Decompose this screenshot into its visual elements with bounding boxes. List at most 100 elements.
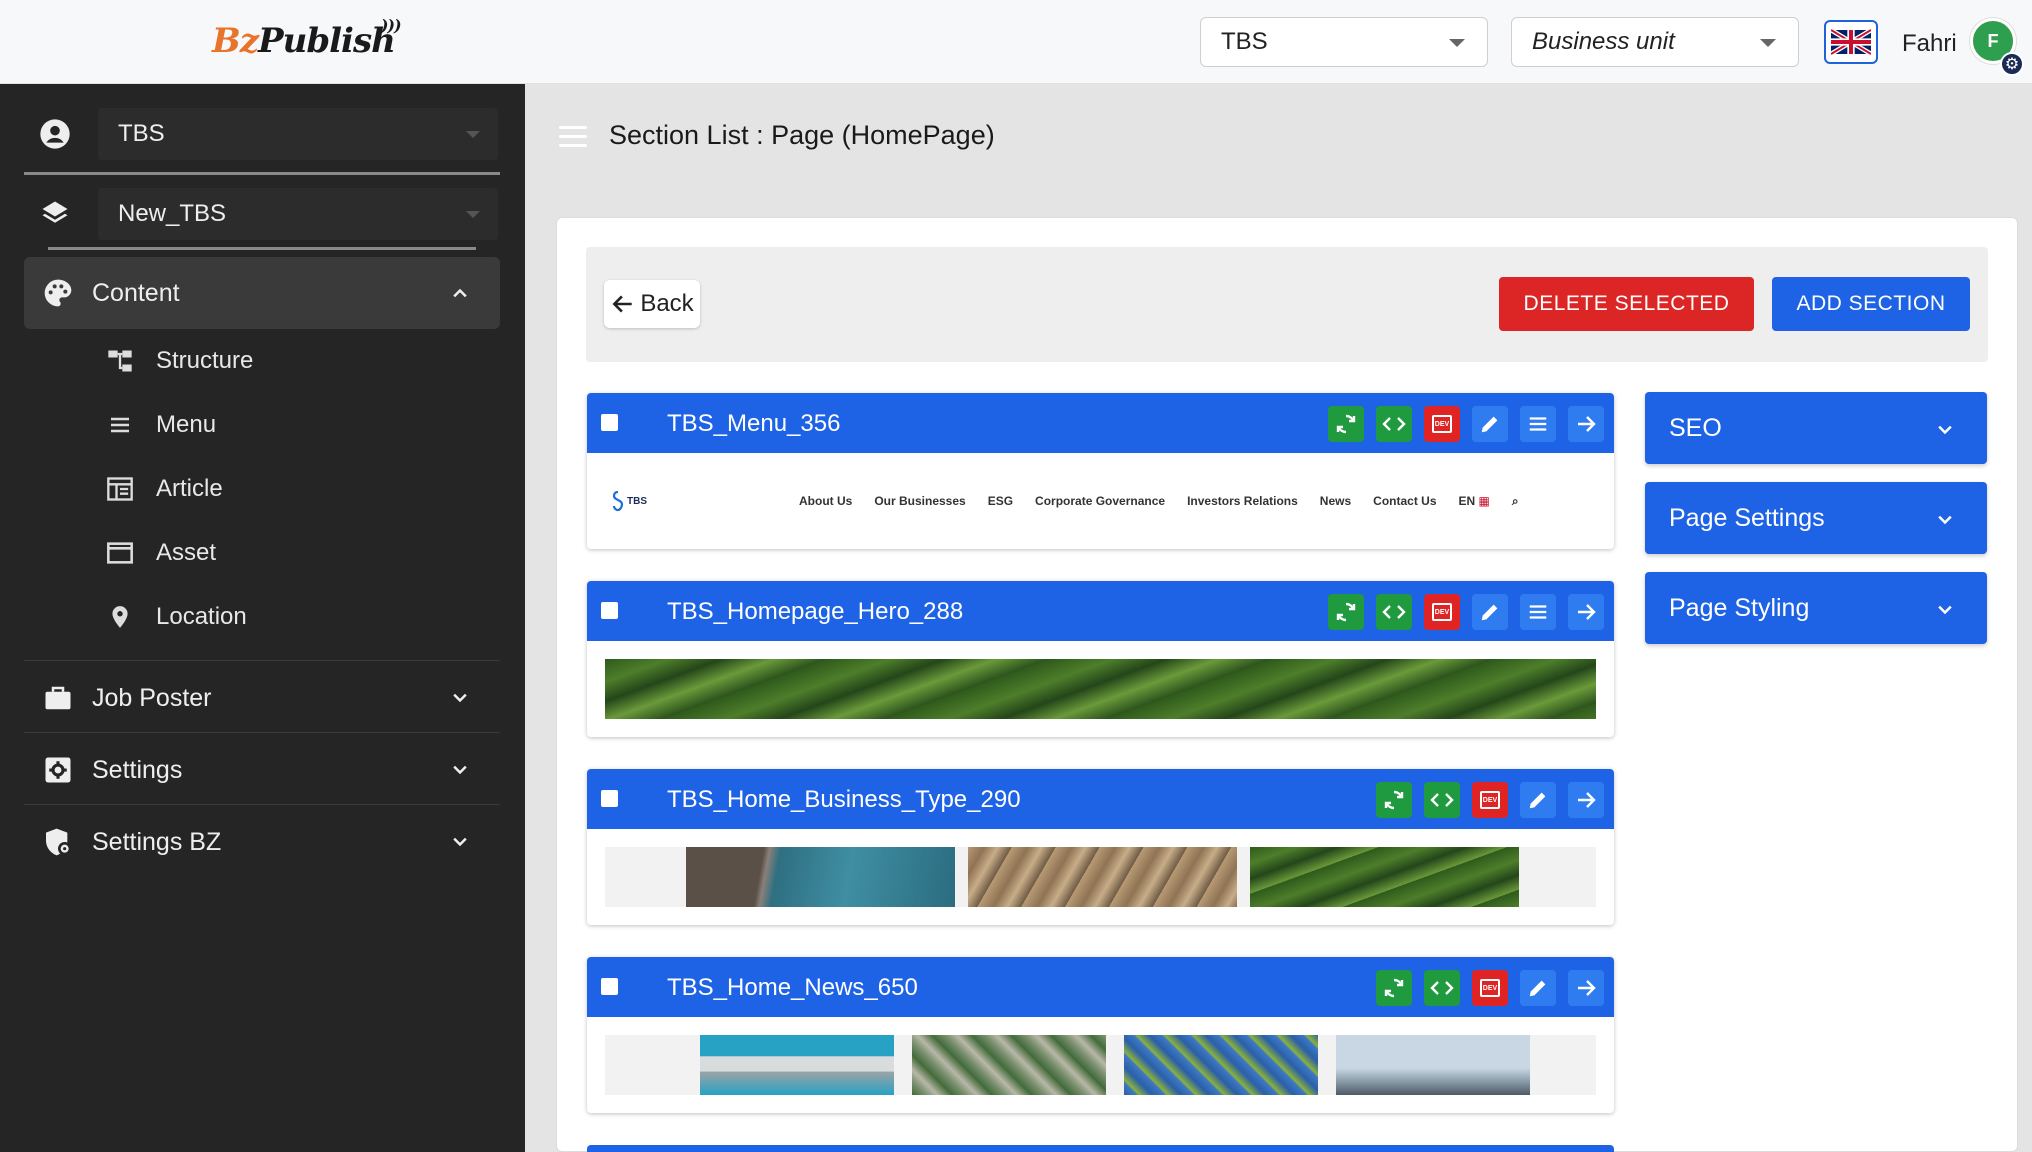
section-checkbox[interactable] xyxy=(601,602,618,619)
power-plant-image xyxy=(1336,1035,1530,1095)
pencil-icon xyxy=(1529,980,1546,997)
top-bar: Bz Publish))) TBS Business unit Fahri F ⚙ xyxy=(0,0,2032,84)
app-logo[interactable]: Bz Publish))) xyxy=(212,16,415,66)
divider xyxy=(24,660,500,661)
uk-flag-icon xyxy=(1831,28,1871,56)
hamburger-menu-icon[interactable] xyxy=(559,126,587,153)
mining-image xyxy=(968,847,1237,907)
edit-button[interactable] xyxy=(1520,782,1556,818)
open-button[interactable] xyxy=(1568,970,1604,1006)
sync-button[interactable] xyxy=(1328,594,1364,630)
arrow-right-icon xyxy=(1578,792,1596,808)
sidebar-item-menu[interactable]: Menu xyxy=(96,395,216,455)
menu-preview: TBS About Us Our Businesses ESG Corporat… xyxy=(611,487,1571,515)
article-icon xyxy=(96,475,144,503)
code-button[interactable] xyxy=(1376,594,1412,630)
list-icon xyxy=(1529,417,1547,431)
construction-image xyxy=(912,1035,1106,1095)
nav-job-poster[interactable]: Job Poster xyxy=(24,662,500,734)
hero-image xyxy=(605,659,1596,719)
briefcase-icon xyxy=(24,683,92,713)
edit-button[interactable] xyxy=(1472,594,1508,630)
sidebar-item-structure[interactable]: Structure xyxy=(96,331,253,391)
layers-icon xyxy=(24,199,86,229)
list-icon xyxy=(1529,605,1547,619)
dev-button[interactable]: DEV xyxy=(1472,782,1508,818)
list-button[interactable] xyxy=(1520,594,1556,630)
company-select[interactable]: TBS xyxy=(1200,17,1488,67)
code-icon xyxy=(1430,793,1454,807)
delete-selected-button[interactable]: DELETE SELECTED xyxy=(1499,277,1754,331)
workspace-select[interactable]: TBS xyxy=(24,102,500,166)
seo-accordion[interactable]: SEO xyxy=(1645,392,1987,464)
chevron-down-icon xyxy=(453,765,467,775)
chevron-down-icon xyxy=(1938,605,1952,615)
section-checkbox[interactable] xyxy=(601,978,618,995)
dropdown-caret-icon xyxy=(1449,39,1465,47)
arrow-right-icon xyxy=(1578,980,1596,996)
account-circle-icon xyxy=(24,118,86,150)
page-title: Section List : Page (HomePage) xyxy=(609,120,995,150)
section-card: TBS_Home_Business_Type_290 DEV xyxy=(587,769,1614,925)
palette-icon xyxy=(24,277,92,309)
preview-nav: About Us Our Businesses ESG Corporate Go… xyxy=(799,493,1519,508)
structure-icon xyxy=(96,347,144,375)
plantation-image xyxy=(1250,847,1519,907)
avatar-settings-icon[interactable]: ⚙ xyxy=(2000,52,2024,76)
page-styling-accordion[interactable]: Page Styling xyxy=(1645,572,1987,644)
sidebar-item-article[interactable]: Article xyxy=(96,459,223,519)
nav-content[interactable]: Content xyxy=(24,257,500,329)
code-button[interactable] xyxy=(1376,406,1412,442)
solar-image xyxy=(1124,1035,1318,1095)
section-name: TBS_Home_News_650 xyxy=(667,974,918,1001)
sidebar-item-asset[interactable]: Asset xyxy=(96,523,216,583)
code-icon xyxy=(1382,417,1406,431)
arrow-right-icon xyxy=(1578,604,1596,620)
sidebar-item-location[interactable]: Location xyxy=(96,587,247,647)
language-button[interactable] xyxy=(1824,20,1878,64)
pipeline-image xyxy=(700,1035,894,1095)
section-header: TBS_Home_News_650 DEV xyxy=(587,957,1614,1017)
section-checkbox[interactable] xyxy=(601,790,618,807)
sync-icon xyxy=(1384,790,1404,810)
section-name: TBS_Menu_356 xyxy=(667,410,841,437)
page-settings-accordion[interactable]: Page Settings xyxy=(1645,482,1987,554)
code-button[interactable] xyxy=(1424,782,1460,818)
section-checkbox[interactable] xyxy=(601,414,618,431)
location-pin-icon xyxy=(96,602,144,632)
dev-button[interactable]: DEV xyxy=(1424,406,1460,442)
sync-button[interactable] xyxy=(1376,782,1412,818)
project-select[interactable]: New_TBS xyxy=(24,182,500,246)
code-icon xyxy=(1430,981,1454,995)
section-header xyxy=(587,1145,1614,1152)
code-button[interactable] xyxy=(1424,970,1460,1006)
add-section-button[interactable]: ADD SECTION xyxy=(1772,277,1970,331)
dev-icon: DEV xyxy=(1432,415,1452,433)
edit-button[interactable] xyxy=(1472,406,1508,442)
sync-button[interactable] xyxy=(1328,406,1364,442)
tbs-logo-icon xyxy=(612,490,624,512)
edit-button[interactable] xyxy=(1520,970,1556,1006)
open-button[interactable] xyxy=(1568,782,1604,818)
page-header: Section List : Page (HomePage) xyxy=(525,84,2032,186)
sync-button[interactable] xyxy=(1376,970,1412,1006)
business-unit-select[interactable]: Business unit xyxy=(1511,17,1799,67)
section-name: TBS_Homepage_Hero_288 xyxy=(667,598,964,625)
business-type-images xyxy=(605,847,1596,907)
menu-icon xyxy=(96,413,144,437)
back-button[interactable]: Back xyxy=(604,280,700,328)
open-button[interactable] xyxy=(1568,406,1604,442)
dev-button[interactable]: DEV xyxy=(1424,594,1460,630)
section-card: TBS_Home_News_650 DEV xyxy=(587,957,1614,1113)
list-button[interactable] xyxy=(1520,406,1556,442)
asset-icon xyxy=(96,539,144,567)
open-button[interactable] xyxy=(1568,594,1604,630)
dev-icon: DEV xyxy=(1432,603,1452,621)
section-header: TBS_Menu_356 DEV xyxy=(587,393,1614,453)
nav-settings[interactable]: Settings xyxy=(24,734,500,806)
section-card: TBS_Homepage_Hero_288 DEV xyxy=(587,581,1614,737)
pencil-icon xyxy=(1529,792,1546,809)
dev-button[interactable]: DEV xyxy=(1472,970,1508,1006)
arrow-right-icon xyxy=(1578,416,1596,432)
nav-settings-bz[interactable]: Settings BZ xyxy=(24,806,500,878)
